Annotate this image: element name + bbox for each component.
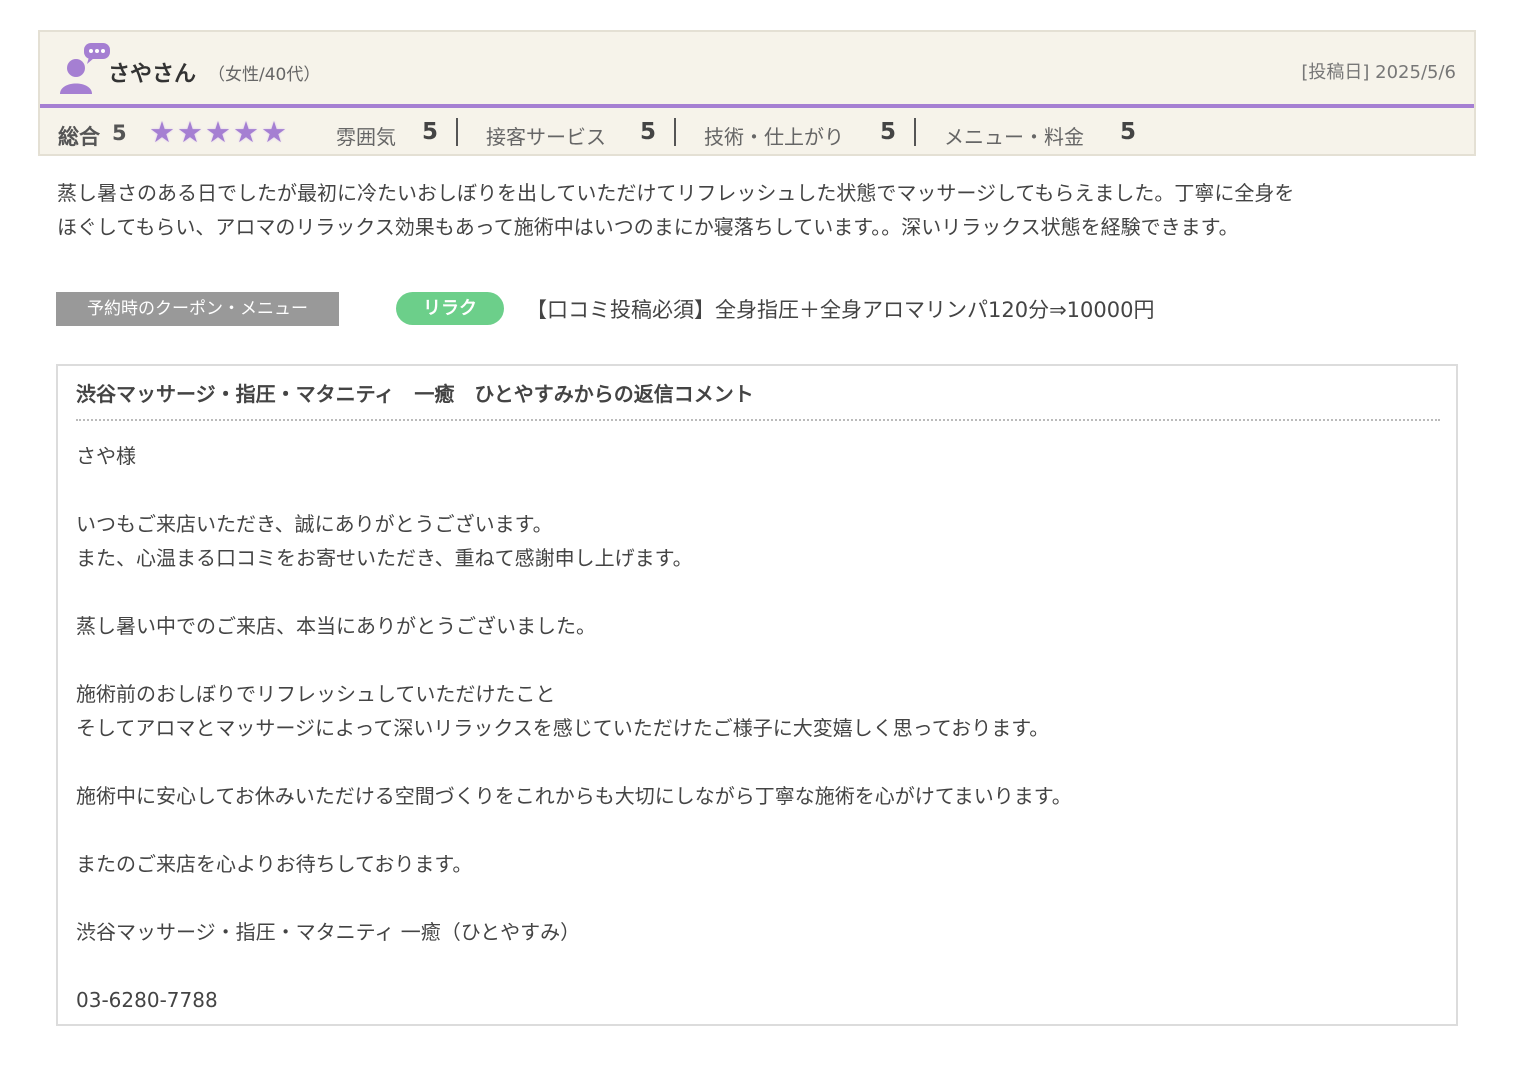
reply-text: さや様 いつもご来店いただき、誠にありがとうございます。 また、心温まる口コミを…: [76, 439, 1436, 1017]
rating-separator: [456, 118, 458, 146]
reply-line: さや様: [76, 444, 136, 468]
coupon-menu-link[interactable]: 【口コミ投稿必須】全身指圧＋全身アロマリンパ120分⇒10000円: [526, 294, 1154, 324]
reply-line: またのご来店を心よりお待ちしております。: [76, 852, 473, 876]
star-icon: ★: [233, 115, 259, 149]
post-date: [投稿日] 2025/5/6: [1301, 62, 1456, 83]
overall-rating-label: 総合: [58, 125, 100, 149]
review-header: さやさん （女性/40代） [投稿日] 2025/5/6 総合 5 ★ ★ ★ ★ ★ …: [38, 30, 1476, 156]
rating-separator: [674, 118, 676, 146]
user-comment-icon: [60, 43, 110, 94]
reply-line: そしてアロマとマッサージによって深いリラックスを感じていただけたご様子に大変嬉し…: [76, 716, 1050, 740]
coupon-category-badge: リラク: [396, 292, 504, 325]
reply-line: 施術前のおしぼりでリフレッシュしていただけたこと: [76, 682, 556, 706]
rating-value-menu-price: 5: [1120, 119, 1137, 145]
reply-line: [76, 473, 1436, 507]
star-icon: ★: [177, 115, 203, 149]
salon-reply-box: 渋谷マッサージ・指圧・マタニティ 一癒 ひとやすみからの返信コメント さや様 い…: [56, 364, 1458, 1026]
reviewer-attributes: （女性/40代）: [208, 65, 321, 85]
reply-divider: [76, 419, 1440, 421]
reply-line: 施術中に安心してお休みいただける空間づくりをこれからも大切にしながら丁寧な施術を…: [76, 784, 1072, 808]
review-text: 蒸し暑さのある日でしたが最初に冷たいおしぼりを出していただけてリフレッシュした状…: [57, 176, 1467, 244]
rating-label-menu-price: メニュー・料金: [944, 125, 1084, 149]
rating-row: 総合 5 ★ ★ ★ ★ ★ 雰囲気 5 接客サービス 5 技術・仕上がり 5 メニュー…: [40, 108, 1474, 154]
reply-line: 蒸し暑い中でのご来店、本当にありがとうございました。: [76, 614, 596, 638]
review-text-line: ほぐしてもらい、アロマのリラックス効果もあって施術中はいつのまにか寝落ちしていま…: [57, 215, 1239, 239]
reply-line: [76, 643, 1436, 677]
rating-label-service: 接客サービス: [486, 125, 606, 149]
rating-label-atmosphere: 雰囲気: [336, 125, 396, 149]
reviewer-row: さやさん （女性/40代） [投稿日] 2025/5/6: [40, 32, 1474, 108]
reply-line: [76, 575, 1436, 609]
star-icon: ★: [205, 115, 231, 149]
overall-rating-score: 5: [112, 121, 127, 145]
rating-label-technique: 技術・仕上がり: [704, 125, 844, 149]
reply-line: 03-6280-7788: [76, 988, 218, 1012]
star-icon: ★: [149, 115, 175, 149]
reply-line: また、心温まる口コミをお寄せいただき、重ねて感謝申し上げます。: [76, 546, 693, 570]
rating-value-technique: 5: [880, 119, 897, 145]
coupon-row: 予約時のクーポン・メニュー リラク 【口コミ投稿必須】全身指圧＋全身アロマリンパ…: [56, 292, 1456, 326]
coupon-label: 予約時のクーポン・メニュー: [56, 292, 339, 326]
reply-line: 渋谷マッサージ・指圧・マタニティ 一癒（ひとやすみ）: [76, 920, 581, 944]
rating-value-atmosphere: 5: [422, 119, 439, 145]
rating-separator: [914, 118, 916, 146]
reply-line: [76, 949, 1436, 983]
reply-line: [76, 881, 1436, 915]
reply-line: [76, 813, 1436, 847]
review-text-line: 蒸し暑さのある日でしたが最初に冷たいおしぼりを出していただけてリフレッシュした状…: [57, 181, 1295, 205]
reply-title: 渋谷マッサージ・指圧・マタニティ 一癒 ひとやすみからの返信コメント: [76, 382, 754, 406]
reviewer-name: さやさん: [108, 62, 197, 87]
star-icon: ★: [261, 115, 287, 149]
star-rating: ★ ★ ★ ★ ★: [148, 116, 288, 148]
rating-value-service: 5: [640, 119, 657, 145]
reply-line: いつもご来店いただき、誠にありがとうございます。: [76, 512, 553, 536]
reply-line: [76, 745, 1436, 779]
